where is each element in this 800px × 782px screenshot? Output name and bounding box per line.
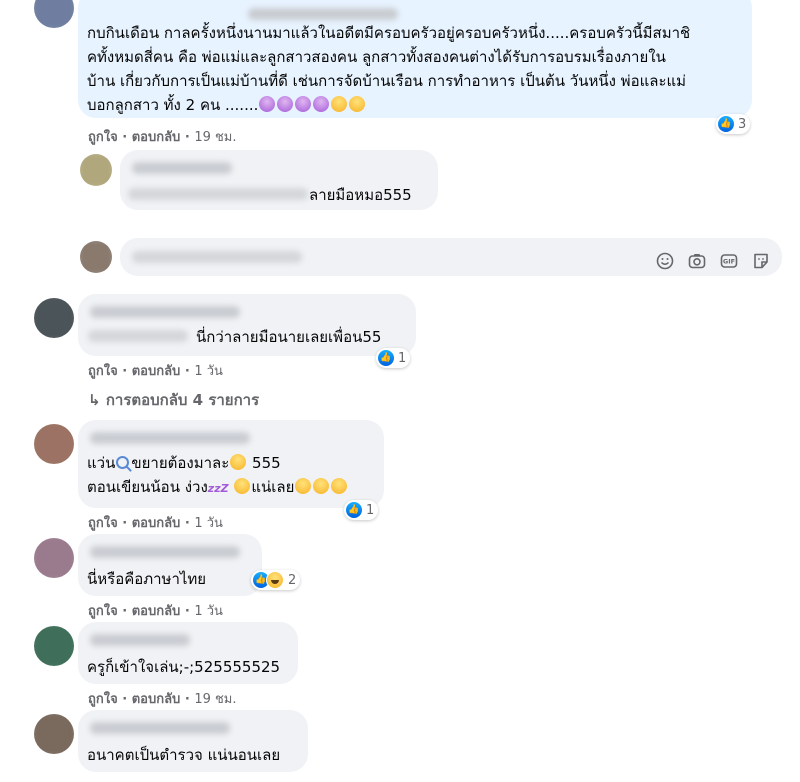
comment-time[interactable]: 1 วัน bbox=[194, 604, 223, 619]
comment-actions: ถูกใจ · ตอบกลับ · 1 วัน bbox=[88, 604, 223, 619]
reply-link[interactable]: ตอบกลับ bbox=[132, 516, 181, 531]
comment-time[interactable]: 19 ชม. bbox=[194, 130, 236, 145]
reaction-count[interactable]: 👍 2 bbox=[251, 570, 301, 590]
comment-text-part: แน่เลย bbox=[251, 478, 295, 496]
reply-link[interactable]: ตอบกลับ bbox=[132, 364, 181, 379]
avatar[interactable] bbox=[34, 298, 74, 338]
reaction-number: 2 bbox=[288, 572, 297, 588]
reaction-number: 1 bbox=[366, 502, 375, 518]
avatar[interactable] bbox=[34, 538, 74, 578]
comment-time[interactable]: 1 วัน bbox=[194, 516, 223, 531]
camera-icon[interactable] bbox=[688, 252, 706, 270]
reaction-number: 3 bbox=[738, 116, 747, 132]
commenter-name-blurred bbox=[132, 162, 232, 174]
avatar[interactable] bbox=[34, 714, 74, 754]
avatar[interactable] bbox=[34, 424, 74, 464]
blurred-placeholder bbox=[132, 251, 302, 263]
avatar[interactable] bbox=[80, 154, 112, 186]
emoji-icon bbox=[313, 478, 330, 494]
reaction-count[interactable]: 👍 1 bbox=[376, 348, 411, 368]
comment-text: ครูก็เข้าใจเล่น;-;525555525 bbox=[87, 658, 281, 676]
like-link[interactable]: ถูกใจ bbox=[88, 364, 118, 379]
comment-text: ลายมือหมอ555 bbox=[309, 186, 412, 204]
like-link[interactable]: ถูกใจ bbox=[88, 130, 118, 145]
emoji-icon bbox=[234, 478, 251, 494]
comment-text-part: บอกลูกสาว ทั้ง 2 คน ....... bbox=[87, 96, 259, 114]
comment-text-part: ขยายต้องมาละ bbox=[131, 454, 230, 472]
comment-text-part: ตอนเขียนน้อน ง่วง bbox=[87, 478, 208, 496]
commenter-name-blurred bbox=[90, 546, 240, 558]
emoji-icon[interactable] bbox=[656, 252, 674, 270]
emoji-icon bbox=[230, 454, 247, 470]
reply-link[interactable]: ตอบกลับ bbox=[132, 604, 181, 619]
like-link[interactable]: ถูกใจ bbox=[88, 692, 118, 707]
reply-link[interactable]: ตอบกลับ bbox=[132, 130, 181, 145]
emoji-icon bbox=[258, 96, 366, 114]
emoji-icon bbox=[295, 478, 312, 494]
like-reaction-icon: 👍 bbox=[346, 502, 362, 518]
emoji-icon bbox=[331, 478, 348, 494]
avatar[interactable] bbox=[80, 241, 112, 273]
gif-icon[interactable]: GIF bbox=[720, 252, 738, 270]
blurred-text bbox=[88, 330, 188, 342]
reaction-count[interactable]: 👍 3 bbox=[716, 114, 751, 134]
comment-actions: ถูกใจ · ตอบกลับ · 1 วัน bbox=[88, 516, 223, 531]
reply-arrow-icon: ↳ bbox=[88, 391, 101, 409]
commenter-name-blurred bbox=[248, 8, 398, 20]
blurred-text bbox=[128, 188, 308, 200]
like-link[interactable]: ถูกใจ bbox=[88, 516, 118, 531]
zzz-emoji-icon: zzZ bbox=[207, 482, 229, 495]
sticker-icon[interactable] bbox=[752, 252, 770, 270]
comment-actions: ถูกใจ · ตอบกลับ · 19 ชม. bbox=[88, 130, 237, 145]
comment-text-part: แว่น bbox=[87, 454, 116, 472]
commenter-name-blurred bbox=[90, 634, 190, 646]
comment-actions: ถูกใจ · ตอบกลับ · 1 วัน bbox=[88, 364, 223, 379]
commenter-name-blurred bbox=[90, 306, 240, 318]
comment-text: อนาคตเป็นตำรวจ แน่นอนเลย bbox=[87, 746, 281, 764]
like-reaction-icon: 👍 bbox=[378, 350, 394, 366]
comment-text: นี่หรือคือภาษาไทย bbox=[87, 570, 207, 588]
comment-text-line: กบกินเดือน กาลครั้งหนึ่งนานมาแล้วในอดีตม… bbox=[87, 24, 691, 42]
comment-text-line: บ้าน เกี่ยวกับการเป็นแม่บ้านที่ดี เช่นกา… bbox=[87, 72, 687, 90]
avatar[interactable] bbox=[34, 0, 74, 28]
like-reaction-icon: 👍 bbox=[718, 116, 734, 132]
like-link[interactable]: ถูกใจ bbox=[88, 604, 118, 619]
comment-text-line: ตอนเขียนน้อน ง่วงzzZ แน่เลย bbox=[87, 476, 348, 500]
view-replies-label: การตอบกลับ 4 รายการ bbox=[105, 391, 260, 409]
comment-time[interactable]: 1 วัน bbox=[194, 364, 223, 379]
comment-text: นี่กว่าลายมือนายเลยเพื่อน55 bbox=[196, 328, 382, 346]
commenter-name-blurred bbox=[90, 432, 250, 444]
comment-time[interactable]: 19 ชม. bbox=[194, 692, 236, 707]
comment-text-line: แว่น ขยายต้องมาละ 555 bbox=[87, 452, 281, 474]
svg-text:GIF: GIF bbox=[723, 258, 735, 266]
avatar[interactable] bbox=[34, 626, 74, 666]
magnifier-emoji-icon bbox=[116, 456, 130, 469]
reaction-number: 1 bbox=[398, 350, 407, 366]
comment-text-part: 555 bbox=[252, 454, 281, 472]
commenter-name-blurred bbox=[90, 722, 230, 734]
reaction-count[interactable]: 👍 1 bbox=[344, 500, 379, 520]
comment-text-line: คทั้งหมดสี่คน คือ พ่อแม่และลูกสาวสองคน ล… bbox=[87, 48, 666, 66]
comment-text-line: บอกลูกสาว ทั้ง 2 คน ....... bbox=[87, 94, 366, 116]
reply-link[interactable]: ตอบกลับ bbox=[132, 692, 181, 707]
comment-actions: ถูกใจ · ตอบกลับ · 19 ชม. bbox=[88, 692, 237, 707]
view-replies-link[interactable]: ↳ การตอบกลับ 4 รายการ bbox=[88, 388, 259, 412]
reply-input[interactable] bbox=[120, 238, 782, 276]
haha-reaction-icon bbox=[266, 571, 284, 589]
